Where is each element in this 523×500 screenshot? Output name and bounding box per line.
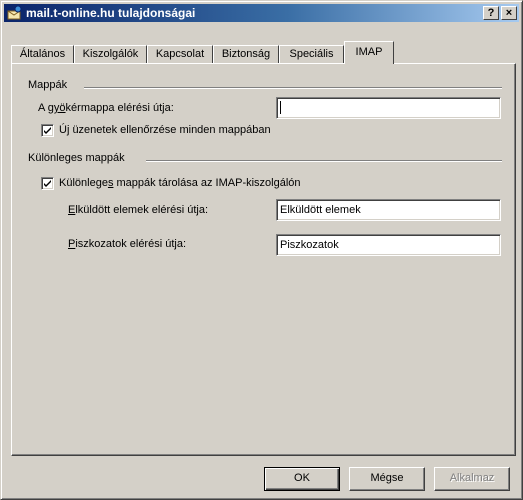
close-button[interactable]: ×: [501, 6, 517, 20]
title-bar[interactable]: mail.t-online.hu tulajdonságai ? ×: [4, 4, 519, 22]
root-path-input[interactable]: [276, 97, 501, 119]
tab-label: Általános: [19, 48, 66, 60]
checkmark-icon: [44, 127, 51, 134]
sent-path-label: Elküldött elemek elérési útja:: [68, 204, 209, 216]
window-title: mail.t-online.hu tulajdonságai: [26, 6, 196, 20]
group-divider: [146, 160, 502, 162]
store-on-server-checkbox[interactable]: [41, 177, 54, 190]
root-path-label: A gyökérmappa elérési útja:: [38, 102, 174, 114]
apply-button[interactable]: Alkalmaz: [434, 467, 510, 491]
check-all-folders-label: Új üzenetek ellenőrzése minden mappában: [59, 124, 271, 136]
tab-imap[interactable]: IMAP: [344, 41, 394, 64]
close-icon: ×: [505, 7, 513, 19]
special-folders-group-title: Különleges mappák: [28, 152, 131, 164]
drafts-path-input[interactable]: Piszkozatok: [276, 234, 501, 256]
sent-path-input[interactable]: Elküldött elemek: [276, 199, 501, 221]
cancel-button[interactable]: Mégse: [349, 467, 425, 491]
tab-label: Kiszolgálók: [82, 48, 139, 60]
group-divider: [84, 87, 502, 89]
properties-dialog: mail.t-online.hu tulajdonságai ? × Által…: [0, 0, 523, 500]
tab-label: Biztonság: [221, 48, 271, 60]
tab-altalanos[interactable]: Általános: [11, 45, 74, 63]
tab-kapcsolat[interactable]: Kapcsolat: [147, 45, 213, 63]
help-button[interactable]: ?: [483, 6, 499, 20]
tab-kiszolgalok[interactable]: Kiszolgálók: [74, 45, 147, 63]
tab-specialis[interactable]: Speciális: [279, 45, 344, 63]
tab-label: IMAP: [355, 46, 383, 58]
drafts-path-label: Piszkozatok elérési útja:: [68, 238, 187, 250]
imap-tab-panel: Mappák A gyökérmappa elérési útja: Új üz…: [11, 63, 516, 456]
tab-label: Kapcsolat: [155, 48, 205, 60]
check-all-folders-checkbox[interactable]: [41, 124, 54, 137]
store-on-server-label: Különleges mappák tárolása az IMAP-kiszo…: [59, 177, 301, 189]
text-caret: [280, 101, 281, 114]
ok-button[interactable]: OK: [264, 467, 340, 491]
tab-label: Speciális: [289, 48, 334, 60]
folders-group-title: Mappák: [28, 79, 74, 91]
checkmark-icon: [44, 180, 51, 187]
tab-biztonsag[interactable]: Biztonság: [213, 45, 279, 63]
help-icon: ?: [487, 7, 495, 19]
mail-account-icon: [7, 5, 23, 21]
